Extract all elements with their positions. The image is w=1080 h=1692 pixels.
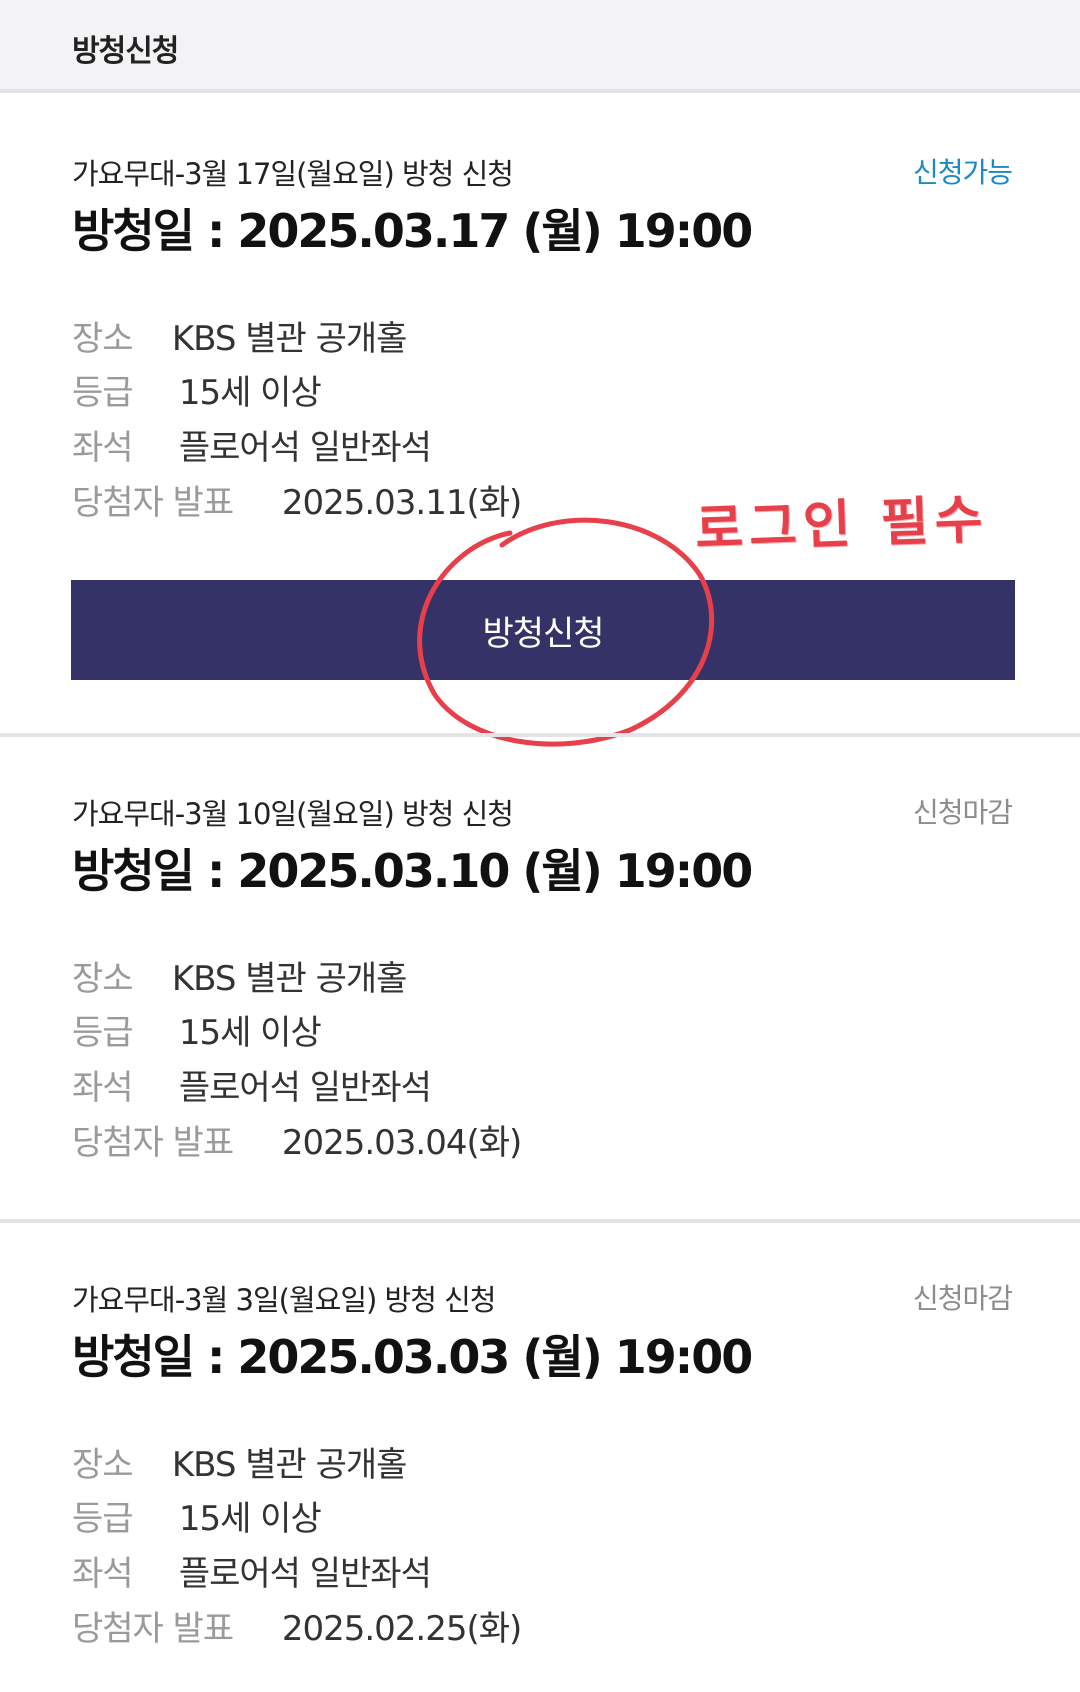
seat-value: 플로어석 일반좌석 xyxy=(178,1068,432,1108)
winner-label: 당첨자 발표 xyxy=(72,1123,234,1163)
winner-row: 당첨자 발표 2025.03.04(화) xyxy=(72,1115,522,1164)
seat-label: 좌석 xyxy=(72,1554,134,1594)
broadcast-card: 가요무대-3월 3일(월요일) 방청 신청 신청마감 방청일 : 2025.03… xyxy=(0,1223,1080,1692)
attendance-date: 방청일 : 2025.03.10 (월) 19:00 xyxy=(72,844,753,898)
seat-label: 좌석 xyxy=(72,1068,134,1108)
place-row: 장소 KBS 별관 공개홀 xyxy=(72,951,408,1000)
place-label: 장소 xyxy=(72,1445,134,1485)
place-row: 장소 KBS 별관 공개홀 xyxy=(72,1437,408,1486)
grade-label: 등급 xyxy=(72,1499,134,1539)
attendance-date: 방청일 : 2025.03.17 (월) 19:00 xyxy=(72,204,753,258)
place-label: 장소 xyxy=(72,319,134,359)
broadcast-card: 가요무대-3월 10일(월요일) 방청 신청 신청마감 방청일 : 2025.0… xyxy=(0,737,1080,1223)
grade-value: 15세 이상 xyxy=(178,373,322,413)
grade-label: 등급 xyxy=(72,1013,134,1053)
card-title: 가요무대-3월 3일(월요일) 방청 신청 xyxy=(72,1283,496,1317)
grade-row: 등급 15세 이상 xyxy=(72,1005,322,1054)
seat-label: 좌석 xyxy=(72,428,134,468)
card-title: 가요무대-3월 10일(월요일) 방청 신청 xyxy=(72,797,514,831)
place-row: 장소 KBS 별관 공개홀 xyxy=(72,311,408,360)
place-value: KBS 별관 공개홀 xyxy=(171,1445,408,1485)
seat-row: 좌석 플로어석 일반좌석 xyxy=(72,1060,432,1109)
winner-label: 당첨자 발표 xyxy=(72,1609,234,1649)
grade-value: 15세 이상 xyxy=(178,1013,322,1053)
status-badge: 신청마감 xyxy=(912,796,1013,829)
page-title: 방청신청 xyxy=(72,34,179,69)
seat-row: 좌석 플로어석 일반좌석 xyxy=(72,420,432,469)
winner-value: 2025.03.11(화) xyxy=(281,483,522,523)
grade-row: 등급 15세 이상 xyxy=(72,1491,322,1540)
seat-row: 좌석 플로어석 일반좌석 xyxy=(72,1546,432,1595)
place-label: 장소 xyxy=(72,959,134,999)
grade-label: 등급 xyxy=(72,373,134,413)
winner-value: 2025.03.04(화) xyxy=(281,1123,522,1163)
seat-value: 플로어석 일반좌석 xyxy=(178,428,432,468)
winner-value: 2025.02.25(화) xyxy=(281,1609,522,1649)
attendance-date: 방청일 : 2025.03.03 (월) 19:00 xyxy=(72,1330,753,1384)
status-badge: 신청마감 xyxy=(912,1282,1013,1315)
status-badge: 신청가능 xyxy=(912,156,1013,189)
place-value: KBS 별관 공개홀 xyxy=(171,959,408,999)
winner-row: 당첨자 발표 2025.02.25(화) xyxy=(72,1601,522,1650)
winner-label: 당첨자 발표 xyxy=(72,483,234,523)
page-header: 방청신청 xyxy=(0,0,1080,93)
login-required-annotation: 로그인 필수 xyxy=(694,489,990,561)
grade-row: 등급 15세 이상 xyxy=(72,365,322,414)
card-title: 가요무대-3월 17일(월요일) 방청 신청 xyxy=(72,157,514,191)
seat-value: 플로어석 일반좌석 xyxy=(178,1554,432,1594)
grade-value: 15세 이상 xyxy=(178,1499,322,1539)
apply-button[interactable]: 방청신청 xyxy=(71,580,1015,680)
place-value: KBS 별관 공개홀 xyxy=(171,319,408,359)
winner-row: 당첨자 발표 2025.03.11(화) xyxy=(72,475,522,524)
